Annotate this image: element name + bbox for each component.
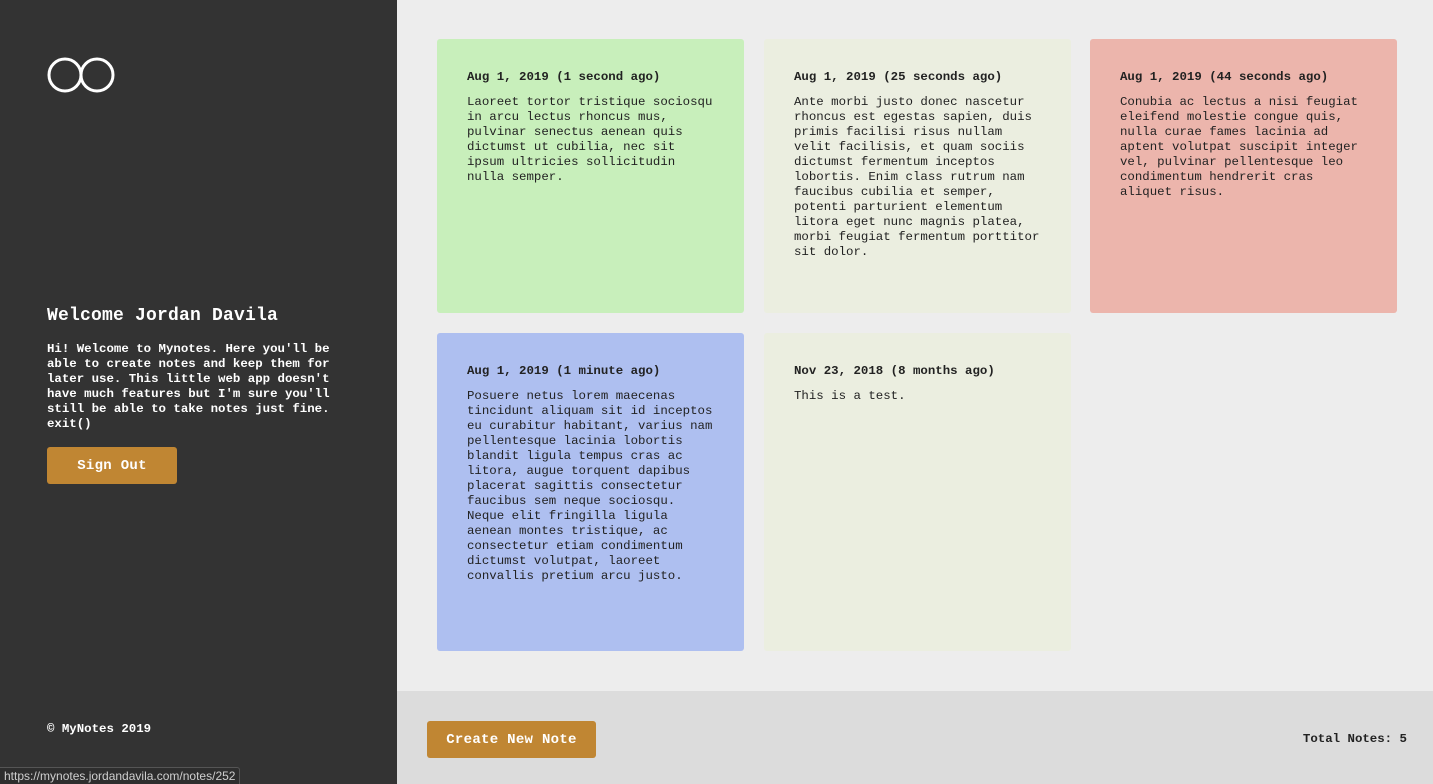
note-card[interactable]: Nov 23, 2018 (8 months ago) This is a te… [764, 333, 1071, 651]
note-body: Posuere netus lorem maecenas tincidunt a… [467, 389, 713, 583]
note-date: Aug 1, 2019 (44 seconds ago) [1120, 70, 1329, 84]
note-body: This is a test. [794, 389, 906, 403]
note-date: Nov 23, 2018 (8 months ago) [794, 364, 995, 378]
note-body: Ante morbi justo donec nascetur rhoncus … [794, 95, 1040, 259]
note-card[interactable]: Aug 1, 2019 (44 seconds ago) Conubia ac … [1090, 39, 1397, 313]
browser-status-url: https://mynotes.jordandavila.com/notes/2… [0, 767, 241, 784]
note-card[interactable]: Aug 1, 2019 (25 seconds ago) Ante morbi … [764, 39, 1071, 313]
note-date: Aug 1, 2019 (1 second ago) [467, 70, 661, 84]
note-body: Conubia ac lectus a nisi feugiat eleifen… [1120, 95, 1358, 199]
copyright-text: © MyNotes 2019 [47, 722, 152, 736]
infinity-loop-logo-icon [47, 57, 115, 93]
welcome-section: Welcome Jordan Davila Hi! Welcome to Myn… [47, 304, 357, 432]
note-date: Aug 1, 2019 (25 seconds ago) [794, 70, 1003, 84]
app-root: Welcome Jordan Davila Hi! Welcome to Myn… [0, 0, 1433, 784]
welcome-title: Welcome Jordan Davila [47, 306, 279, 326]
notes-grid: Aug 1, 2019 (1 second ago) Laoreet torto… [437, 39, 1397, 651]
welcome-text: Hi! Welcome to Mynotes. Here you'll be a… [47, 342, 330, 431]
note-body: Laoreet tortor tristique sociosqu in arc… [467, 95, 713, 184]
sign-out-button[interactable]: Sign Out [47, 447, 177, 484]
note-date: Aug 1, 2019 (1 minute ago) [467, 364, 661, 378]
total-notes-count: Total Notes: 5 [1302, 732, 1407, 746]
note-card[interactable]: Aug 1, 2019 (1 second ago) Laoreet torto… [437, 39, 744, 313]
sidebar: Welcome Jordan Davila Hi! Welcome to Myn… [0, 0, 397, 784]
footer-bar: Create New Note Total Notes: 5 [397, 691, 1433, 784]
note-card[interactable]: Aug 1, 2019 (1 minute ago) Posuere netus… [437, 333, 744, 651]
create-new-note-button[interactable]: Create New Note [427, 721, 596, 758]
